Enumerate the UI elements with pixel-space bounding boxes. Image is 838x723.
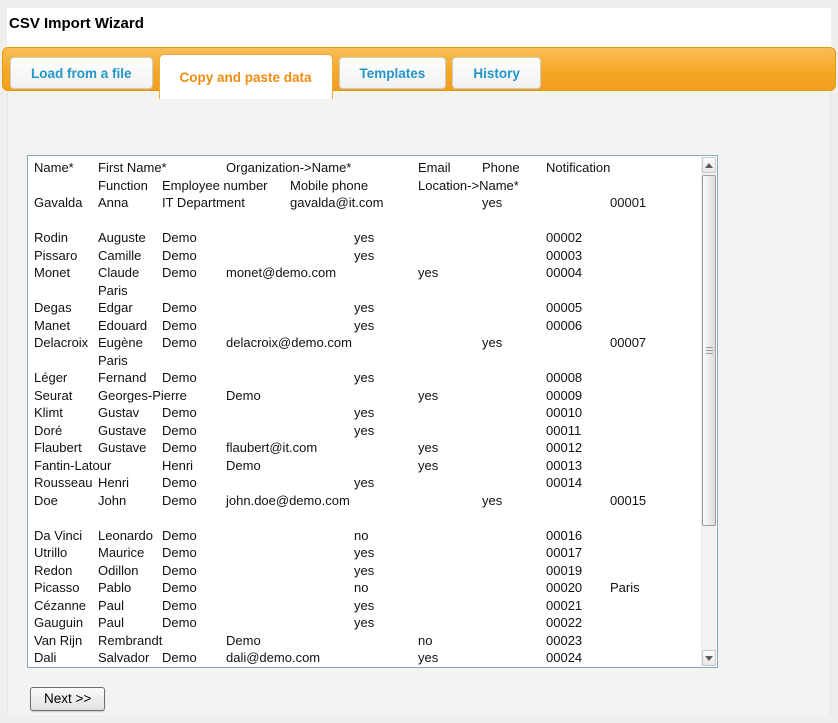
textarea-line: Seurat Georges-Pierre Demo yes 00009	[34, 387, 700, 405]
textarea-line: Fantin-Latour Henri Demo yes 00013	[34, 457, 700, 475]
textarea-line: Manet Edouard Demo yes 00006	[34, 317, 700, 335]
tab-load-from-a-file[interactable]: Load from a file	[10, 57, 153, 89]
scroll-up-button[interactable]	[702, 157, 716, 173]
textarea-line	[34, 509, 700, 527]
textarea-content: Name* First Name* Organization->Name* Em…	[34, 159, 700, 666]
tab-label: Templates	[360, 66, 426, 81]
textarea-line: Paris	[34, 282, 700, 300]
tab-label: Load from a file	[31, 66, 132, 81]
page-title: CSV Import Wizard	[9, 15, 144, 32]
textarea-line: Dali Salvador Demo dali@demo.com yes 000…	[34, 649, 700, 666]
tab-label: History	[473, 66, 520, 81]
textarea-line: Doe John Demo john.doe@demo.com yes 0001…	[34, 492, 700, 510]
textarea-line: Paris	[34, 352, 700, 370]
textarea-line: Picasso Pablo Demo no 00020 Paris	[34, 579, 700, 597]
arrow-down-icon	[705, 656, 713, 661]
textarea-line: Rodin Auguste Demo yes 00002	[34, 229, 700, 247]
textarea-line: Redon Odillon Demo yes 00019	[34, 562, 700, 580]
textarea-line: Da Vinci Leonardo Demo no 00016	[34, 527, 700, 545]
textarea-line: Flaubert Gustave Demo flaubert@it.com ye…	[34, 439, 700, 457]
csv-paste-textarea[interactable]: Name* First Name* Organization->Name* Em…	[27, 155, 718, 668]
textarea-line: Gauguin Paul Demo yes 00022	[34, 614, 700, 632]
tab-templates[interactable]: Templates	[339, 57, 447, 89]
next-button[interactable]: Next >>	[30, 687, 105, 711]
textarea-line: Utrillo Maurice Demo yes 00017	[34, 544, 700, 562]
tab-history[interactable]: History	[452, 57, 541, 89]
scrollbar-grip-icon	[706, 347, 713, 355]
textarea-line: Monet Claude Demo monet@demo.com yes 000…	[34, 264, 700, 282]
wizard-tab-bar: Load from a file Copy and paste data Tem…	[2, 47, 836, 91]
textarea-line: Cézanne Paul Demo yes 00021	[34, 597, 700, 615]
textarea-line: Delacroix Eugène Demo delacroix@demo.com…	[34, 334, 700, 352]
textarea-line: Léger Fernand Demo yes 00008	[34, 369, 700, 387]
textarea-scrollbar[interactable]	[701, 157, 716, 666]
textarea-line: Gavalda Anna IT Department gavalda@it.co…	[34, 194, 700, 212]
scrollbar-thumb[interactable]	[702, 175, 716, 526]
textarea-line: Degas Edgar Demo yes 00005	[34, 299, 700, 317]
textarea-line: Van Rijn Rembrandt Demo no 00023	[34, 632, 700, 650]
textarea-line	[34, 212, 700, 230]
arrow-up-icon	[705, 163, 713, 168]
textarea-line: Pissaro Camille Demo yes 00003	[34, 247, 700, 265]
tab-copy-and-paste-data[interactable]: Copy and paste data	[159, 54, 333, 100]
scroll-down-button[interactable]	[702, 650, 716, 666]
tab-label: Copy and paste data	[180, 70, 312, 85]
textarea-line: Doré Gustave Demo yes 00011	[34, 422, 700, 440]
textarea-line: Klimt Gustav Demo yes 00010	[34, 404, 700, 422]
textarea-line: Name* First Name* Organization->Name* Em…	[34, 159, 700, 177]
textarea-line: Rousseau Henri Demo yes 00014	[34, 474, 700, 492]
textarea-line: Function Employee number Mobile phone Lo…	[34, 177, 700, 195]
